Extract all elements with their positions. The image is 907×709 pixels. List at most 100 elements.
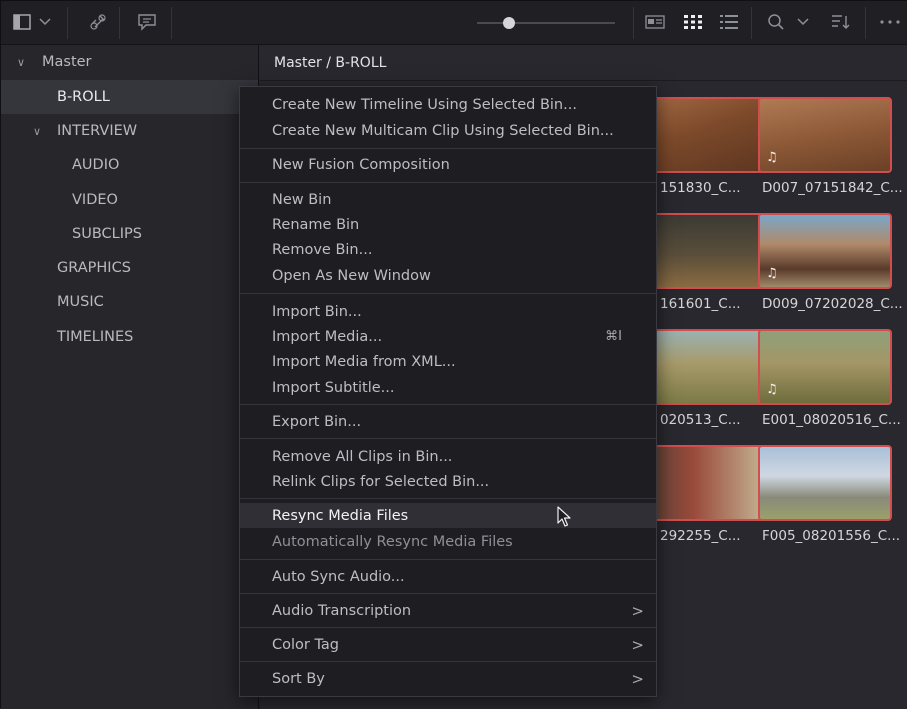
list-view-icon[interactable] — [717, 11, 741, 33]
bin-master[interactable]: ∨ Master — [1, 45, 258, 79]
search-icon[interactable] — [765, 11, 787, 33]
bin-b-roll[interactable]: B-ROLL — [1, 80, 258, 114]
menu-divider — [240, 593, 656, 594]
chevron-right-icon: > — [631, 635, 644, 654]
menu-item-label: Audio Transcription — [272, 602, 412, 619]
menu-divider — [240, 293, 656, 294]
clip-name: D007_07151842_C... — [762, 180, 902, 196]
menu-item-create-multicam[interactable]: Create New Multicam Clip Using Selected … — [240, 118, 656, 143]
menu-item-remove-bin[interactable]: Remove Bin... — [240, 237, 656, 262]
menu-divider — [240, 182, 656, 183]
toolbar — [1, 1, 907, 45]
audio-note-icon: ♫ — [766, 150, 778, 165]
menu-item-import-media-xml[interactable]: Import Media from XML... — [240, 349, 656, 374]
menu-item-label: Import Subtitle... — [272, 379, 395, 396]
menu-item-label: Create New Timeline Using Selected Bin..… — [272, 96, 577, 113]
shortcut-label: ⌘I — [605, 329, 622, 344]
menu-item-resync-media-files[interactable]: Resync Media Files — [240, 503, 656, 528]
bin-label: Master — [42, 54, 92, 70]
menu-item-label: Auto Sync Audio... — [272, 568, 405, 585]
menu-item-export-bin[interactable]: Export Bin... — [240, 409, 656, 434]
clip-thumbnail[interactable] — [758, 445, 892, 521]
menu-item-label: Create New Multicam Clip Using Selected … — [272, 122, 614, 139]
bin-list-sidebar: ∨ Master B-ROLL ∨ INTERVIEW AUDIO VIDEO … — [1, 45, 259, 709]
clip-thumbnail[interactable]: ♫ — [758, 213, 892, 289]
menu-item-label: New Fusion Composition — [272, 156, 450, 173]
thumbnail-size-slider[interactable] — [477, 22, 615, 24]
bin-label: SUBCLIPS — [72, 226, 142, 242]
menu-item-auto-resync-media[interactable]: Automatically Resync Media Files — [240, 529, 656, 554]
more-icon[interactable] — [877, 11, 903, 33]
menu-item-import-media[interactable]: Import Media... ⌘I — [240, 324, 656, 349]
menu-divider — [240, 148, 656, 149]
bin-label: INTERVIEW — [57, 123, 138, 139]
bin-timelines[interactable]: TIMELINES — [1, 320, 258, 354]
menu-item-label: New Bin — [272, 191, 332, 208]
audio-note-icon: ♫ — [766, 382, 778, 397]
bin-label: AUDIO — [72, 157, 120, 173]
window: ∨ Master B-ROLL ∨ INTERVIEW AUDIO VIDEO … — [0, 0, 907, 709]
menu-item-import-bin[interactable]: Import Bin... — [240, 299, 656, 324]
menu-item-label: Export Bin... — [272, 413, 362, 430]
slider-knob[interactable] — [503, 17, 515, 29]
bin-audio[interactable]: AUDIO — [1, 148, 258, 182]
menu-item-label: Sort By — [272, 670, 325, 687]
bin-label: MUSIC — [57, 294, 104, 310]
menu-item-label: Remove All Clips in Bin... — [272, 448, 453, 465]
bin-video[interactable]: VIDEO — [1, 183, 258, 217]
menu-item-label: Relink Clips for Selected Bin... — [272, 473, 490, 490]
menu-item-color-tag[interactable]: Color Tag > — [240, 632, 656, 657]
chevron-down-icon[interactable]: ∨ — [17, 56, 25, 69]
mouse-cursor-icon — [557, 506, 571, 527]
chevron-right-icon: > — [631, 669, 644, 688]
menu-item-label: Import Media... — [272, 328, 383, 345]
chevron-down-icon[interactable] — [795, 11, 811, 33]
menu-item-import-subtitle[interactable]: Import Subtitle... — [240, 375, 656, 400]
metadata-view-icon[interactable] — [643, 11, 667, 33]
menu-item-rename-bin[interactable]: Rename Bin — [240, 212, 656, 237]
clip-name: D009_07202028_C... — [762, 296, 902, 312]
menu-item-label: Open As New Window — [272, 267, 431, 284]
menu-item-label: Color Tag — [272, 636, 340, 653]
bin-subclips[interactable]: SUBCLIPS — [1, 217, 258, 251]
menu-divider — [240, 438, 656, 439]
sidebar-toggle-icon[interactable] — [11, 11, 33, 33]
menu-item-label: Rename Bin — [272, 216, 360, 233]
thumbnail-view-icon[interactable] — [681, 11, 705, 33]
unlink-icon[interactable] — [87, 11, 109, 33]
menu-divider — [240, 661, 656, 662]
clip-name: E001_08020516_C... — [762, 412, 901, 428]
breadcrumb: Master / B-ROLL — [260, 45, 907, 81]
menu-item-new-fusion-composition[interactable]: New Fusion Composition — [240, 152, 656, 177]
menu-divider — [240, 627, 656, 628]
chevron-down-icon[interactable] — [37, 11, 53, 33]
menu-item-label: Remove Bin... — [272, 241, 373, 258]
caption-icon[interactable] — [135, 11, 159, 33]
clip-thumbnail[interactable]: ♫ — [758, 97, 892, 173]
bin-graphics[interactable]: GRAPHICS — [1, 251, 258, 285]
chevron-right-icon: > — [631, 601, 644, 620]
menu-item-auto-sync-audio[interactable]: Auto Sync Audio... — [240, 564, 656, 589]
clip-thumbnail[interactable]: ♫ — [758, 329, 892, 405]
bin-context-menu: Create New Timeline Using Selected Bin..… — [239, 86, 657, 697]
bin-label: VIDEO — [72, 192, 118, 208]
menu-item-label: Import Bin... — [272, 303, 362, 320]
clip-name: F005_08201556_C... — [762, 528, 901, 544]
sort-icon[interactable] — [829, 11, 853, 33]
menu-divider — [240, 404, 656, 405]
chevron-down-icon[interactable]: ∨ — [33, 125, 41, 138]
menu-item-sort-by[interactable]: Sort By > — [240, 666, 656, 691]
bin-music[interactable]: MUSIC — [1, 285, 258, 319]
menu-item-new-bin[interactable]: New Bin — [240, 187, 656, 212]
menu-divider — [240, 498, 656, 499]
menu-item-label: Resync Media Files — [272, 507, 409, 524]
menu-item-audio-transcription[interactable]: Audio Transcription > — [240, 598, 656, 623]
breadcrumb-path: Master / B-ROLL — [274, 54, 387, 71]
menu-item-remove-all-clips[interactable]: Remove All Clips in Bin... — [240, 444, 656, 469]
menu-item-open-new-window[interactable]: Open As New Window — [240, 263, 656, 288]
bin-interview[interactable]: ∨ INTERVIEW — [1, 114, 258, 148]
bin-label: B-ROLL — [57, 89, 110, 105]
bin-label: TIMELINES — [57, 329, 134, 345]
menu-item-create-timeline[interactable]: Create New Timeline Using Selected Bin..… — [240, 92, 656, 117]
menu-item-relink-clips[interactable]: Relink Clips for Selected Bin... — [240, 469, 656, 494]
